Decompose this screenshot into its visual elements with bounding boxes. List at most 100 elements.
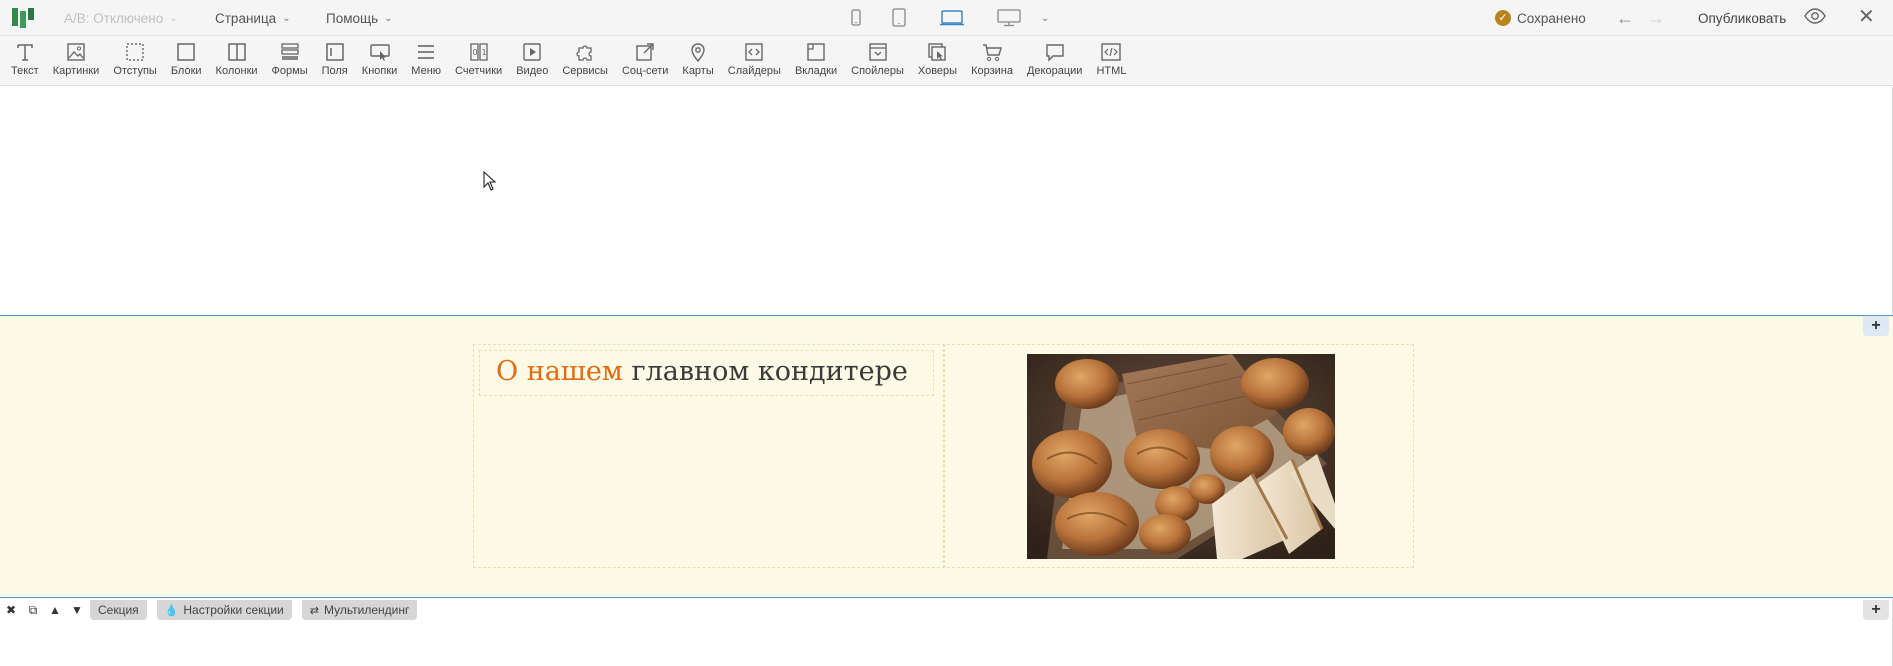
section-settings-button[interactable]: 💧 Настройки секции — [156, 600, 292, 620]
hover-icon — [928, 43, 947, 61]
mouse-cursor-icon — [483, 170, 497, 196]
tool-label: Вкладки — [794, 65, 838, 77]
menu-icon — [418, 45, 435, 59]
tool-slider[interactable]: Слайдеры — [721, 36, 788, 85]
section-label: Секция — [98, 603, 139, 617]
padding-icon — [126, 43, 144, 61]
section-settings-label: Настройки секции — [183, 603, 284, 617]
tool-label: Поля — [321, 65, 348, 77]
tool-text[interactable]: Текст — [4, 36, 46, 85]
drop-icon: 💧 — [164, 604, 179, 617]
desktop-icon — [997, 9, 1021, 27]
tool-label: Сервисы — [562, 65, 608, 77]
tool-label: Ховеры — [917, 65, 958, 77]
arrow-left-icon: ← — [1616, 7, 1634, 28]
add-section-button[interactable]: + — [1863, 600, 1889, 620]
heading-accent: О нашем — [496, 356, 623, 387]
tool-spoiler[interactable]: Спойлеры — [844, 36, 911, 85]
tool-label: Текст — [11, 65, 39, 77]
tool-label: Колонки — [215, 65, 258, 77]
spoiler-icon — [868, 43, 887, 61]
tool-label: Кнопки — [361, 65, 398, 77]
share-icon — [636, 43, 654, 61]
multilanding-label: Мультилендинг — [323, 603, 410, 617]
device-tablet-button[interactable] — [891, 0, 907, 36]
tool-label: Карты — [682, 65, 714, 77]
close-editor-button[interactable]: ✕ — [1858, 6, 1875, 28]
plus-icon: + — [1871, 601, 1881, 618]
tool-puzzle[interactable]: Сервисы — [555, 36, 615, 85]
preview-button[interactable] — [1804, 8, 1826, 29]
section-heading[interactable]: О нашем главном кондитере — [496, 356, 908, 387]
tool-share[interactable]: Соц-сети — [615, 36, 675, 85]
chevron-down-icon: ⌄ — [384, 12, 393, 24]
device-phone-button[interactable] — [850, 0, 862, 36]
tool-map-pin[interactable]: Карты — [675, 36, 720, 85]
form-icon — [280, 43, 299, 60]
field-icon — [325, 43, 344, 61]
text-icon — [17, 44, 33, 61]
page-menu-label: Страница — [215, 10, 277, 26]
help-menu-label: Помощь — [326, 10, 379, 26]
tool-block[interactable]: Блоки — [164, 36, 209, 85]
move-down-button[interactable]: ▼ — [66, 600, 88, 620]
tool-label: Корзина — [971, 65, 1013, 77]
tool-button[interactable]: Кнопки — [355, 36, 405, 85]
device-desktop-button[interactable] — [997, 0, 1021, 36]
multilanding-button[interactable]: ⇄ Мультилендинг — [301, 600, 418, 620]
tool-label: Видео — [516, 65, 549, 77]
plus-icon: + — [1871, 317, 1881, 334]
tool-tabs[interactable]: Вкладки — [788, 36, 844, 85]
bread-pastries-image[interactable] — [1027, 354, 1335, 559]
logo-icon[interactable] — [12, 6, 36, 28]
tool-label: Блоки — [170, 65, 202, 77]
tool-label: Формы — [271, 65, 308, 77]
puzzle-icon — [576, 45, 592, 61]
heading-rest: главном кондитере — [622, 356, 908, 387]
columns-icon — [227, 43, 246, 61]
tool-label: Соц-сети — [621, 65, 669, 77]
publish-button[interactable]: Опубликовать — [1698, 0, 1786, 36]
video-icon — [523, 43, 541, 61]
add-section-button[interactable]: + — [1863, 316, 1889, 336]
tool-padding[interactable]: Отступы — [106, 36, 164, 85]
section-toolbar-next: ✖ ⧉ ▲ ▼ Секция 💧 Настройки секции ⇄ Мульти… — [0, 600, 427, 620]
speech-bubble-icon — [1046, 44, 1064, 62]
chevron-down-icon: ⌄ — [169, 12, 178, 24]
delete-section-button[interactable]: ✖ — [0, 600, 22, 620]
undo-button[interactable]: ← — [1616, 0, 1634, 36]
chevron-down-icon: ⌄ — [1041, 12, 1050, 24]
device-more-dropdown[interactable]: ⌄ — [1041, 0, 1049, 36]
redo-button[interactable]: → — [1647, 0, 1665, 36]
tool-image[interactable]: Картинки — [46, 36, 107, 85]
tool-label: Меню — [411, 65, 442, 77]
tool-hover[interactable]: Ховеры — [911, 36, 964, 85]
tool-speech-bubble[interactable]: Декорации — [1020, 36, 1089, 85]
chevron-down-icon: ▼ — [71, 603, 83, 617]
tool-field[interactable]: Поля — [315, 36, 355, 85]
section-label-pill[interactable]: Секция — [90, 600, 147, 620]
chevron-up-icon: ▲ — [49, 603, 61, 617]
tool-label: Отступы — [113, 65, 157, 77]
page-menu[interactable]: Страница ⌄ — [215, 0, 291, 36]
help-menu[interactable]: Помощь ⌄ — [326, 0, 393, 36]
tool-counter[interactable]: 0 1 Счетчики — [448, 36, 509, 85]
tool-cart[interactable]: Корзина — [964, 36, 1020, 85]
slider-icon — [745, 43, 764, 61]
tool-form[interactable]: Формы — [265, 36, 315, 85]
tool-label: HTML — [1096, 65, 1127, 77]
copy-icon: ⧉ — [28, 602, 38, 617]
device-laptop-button[interactable] — [939, 0, 965, 36]
counter-icon: 01 — [469, 43, 488, 61]
tool-label: Слайдеры — [727, 65, 781, 77]
move-up-button[interactable]: ▲ — [44, 600, 66, 620]
close-icon: ✖ — [5, 603, 17, 617]
tabs-icon — [807, 43, 825, 61]
tool-video[interactable]: Видео — [509, 36, 555, 85]
tool-label: Счетчики — [455, 65, 503, 77]
tool-menu[interactable]: Меню — [404, 36, 448, 85]
ab-test-dropdown[interactable]: A/B: Отключено ⌄ — [64, 0, 178, 36]
duplicate-section-button[interactable]: ⧉ — [22, 600, 44, 620]
tool-columns[interactable]: Колонки — [209, 36, 265, 85]
tool-code[interactable]: HTML — [1089, 36, 1133, 85]
